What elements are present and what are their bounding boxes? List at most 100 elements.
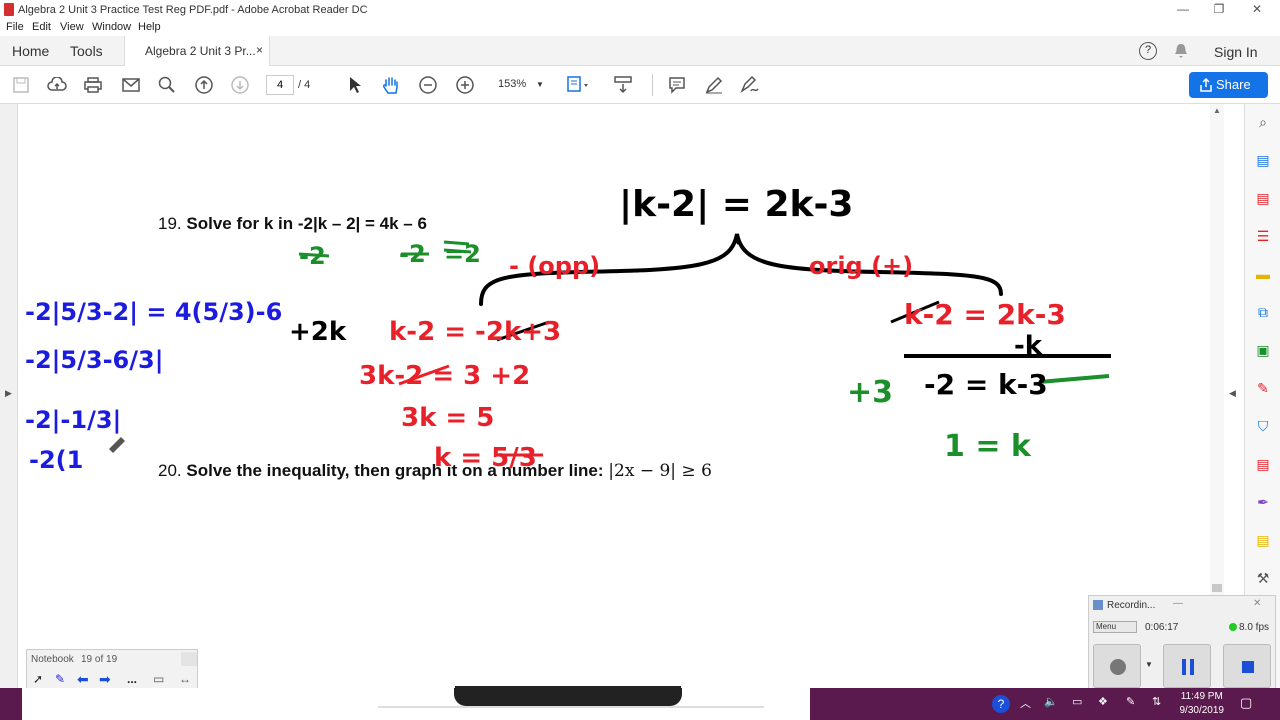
tray-chevron-icon[interactable]: ︿ xyxy=(1020,695,1031,711)
recorder-menu-label: Menu xyxy=(1096,622,1117,631)
ink-left-line1: k-2 = -2k+3 xyxy=(389,317,561,347)
recorder-stop-button[interactable] xyxy=(1223,644,1271,688)
email-icon[interactable] xyxy=(120,74,142,96)
comment-icon[interactable] xyxy=(666,74,688,96)
tab-document[interactable]: Algebra 2 Unit 3 Pr... × xyxy=(124,36,270,66)
send-for-signature-icon[interactable]: ▤ xyxy=(1253,532,1273,552)
sign-icon[interactable] xyxy=(739,74,761,96)
create-pdf-icon[interactable]: ▤ xyxy=(1253,190,1273,210)
notebook-prev-icon[interactable]: ⬅ xyxy=(77,671,89,688)
collapse-right-panel-icon[interactable]: ◀ xyxy=(1229,388,1236,399)
minimize-icon[interactable]: — xyxy=(1168,2,1198,16)
ink-blue-line1: -2|5/3-2| = 4(5/3)-6 xyxy=(25,298,282,326)
maximize-icon[interactable]: ❐ xyxy=(1204,2,1234,16)
notifications-icon[interactable]: ▢ xyxy=(1240,695,1252,711)
ink-blue-line4: -2(1 xyxy=(29,446,83,474)
notebook-select-icon[interactable]: ➚ xyxy=(33,672,43,686)
recorder-elapsed-time: 0:06:17 xyxy=(1145,622,1179,633)
recorder-record-button[interactable] xyxy=(1093,644,1141,688)
tab-document-label: Algebra 2 Unit 3 Pr... xyxy=(145,44,256,58)
tab-tools[interactable]: Tools xyxy=(70,43,103,59)
screen-tray-icon[interactable]: ▭ xyxy=(1072,695,1082,708)
menu-file[interactable]: File xyxy=(6,21,24,33)
redact-icon[interactable]: ✎ xyxy=(1253,380,1273,400)
recorder-options-chevron[interactable]: ▼ xyxy=(1145,660,1153,669)
ink-left-line3: 3k = 5 xyxy=(401,403,494,433)
menu-edit[interactable]: Edit xyxy=(32,21,51,33)
notebook-pen-icon[interactable]: ✎ xyxy=(55,672,65,686)
select-cursor-icon[interactable] xyxy=(344,74,366,96)
page-total: / 4 xyxy=(298,79,311,91)
recorder-fps: 8.0 fps xyxy=(1239,622,1270,633)
hand-tool-icon[interactable] xyxy=(380,74,402,96)
scroll-mode-icon[interactable] xyxy=(612,74,634,96)
recorder-close-icon[interactable]: ✕ xyxy=(1253,598,1261,609)
help-icon[interactable]: ? xyxy=(1139,42,1157,60)
fill-sign-icon[interactable]: ✒ xyxy=(1253,494,1273,514)
stop-icon xyxy=(1242,661,1254,673)
zoom-out-icon[interactable] xyxy=(417,74,439,96)
ink-minus2-a: -2 xyxy=(299,242,326,270)
volume-icon[interactable]: 🔈 xyxy=(1044,695,1058,708)
save-icon[interactable] xyxy=(10,74,32,96)
comment-panel-icon[interactable]: ▬ xyxy=(1253,266,1273,286)
pause-icon xyxy=(1182,659,1194,675)
ink-minus-k: -k xyxy=(1014,331,1043,361)
search-icon[interactable] xyxy=(156,74,178,96)
page-number-input[interactable]: 4 xyxy=(266,75,294,95)
search-panel-icon[interactable]: ⌕ xyxy=(1253,114,1273,134)
floating-page-toolbar-body[interactable] xyxy=(454,688,682,706)
scrollbar-thumb[interactable] xyxy=(1212,584,1222,592)
notebook-mini-toolbar: Notebook 19 of 19 ➚ ✎ ⬅ ➡ ... ▭ ↔ xyxy=(26,649,198,689)
tab-close-icon[interactable]: × xyxy=(256,43,263,57)
notification-bell-icon[interactable] xyxy=(1173,43,1189,59)
tab-bar: Home Tools Algebra 2 Unit 3 Pr... × ? Si… xyxy=(0,36,1280,66)
recorder-pause-button[interactable] xyxy=(1163,644,1211,688)
ink-right-line2: -2 = k-3 xyxy=(924,368,1048,401)
upload-cloud-icon[interactable] xyxy=(46,74,68,96)
pen-tray-icon[interactable]: ✎ xyxy=(1126,695,1135,708)
network-icon[interactable]: ⇅ xyxy=(1152,695,1161,708)
menu-window[interactable]: Window xyxy=(92,21,131,33)
notebook-next-icon[interactable]: ➡ xyxy=(99,671,111,688)
share-icon xyxy=(1200,78,1212,92)
dropbox-icon[interactable]: ❖ xyxy=(1098,695,1108,708)
protect-icon[interactable]: ⛉ xyxy=(1253,418,1273,438)
notebook-more-button[interactable]: ... xyxy=(127,672,137,686)
taskbar-left-region xyxy=(22,688,810,720)
recorder-minimize-icon[interactable]: — xyxy=(1173,598,1183,609)
organize-pages-icon[interactable]: ▣ xyxy=(1253,342,1273,362)
export-pdf-icon[interactable]: ▤ xyxy=(1253,152,1273,172)
previous-page-icon[interactable] xyxy=(193,74,215,96)
expand-left-panel-icon[interactable]: ▶ xyxy=(5,388,12,399)
tab-home[interactable]: Home xyxy=(12,43,49,59)
notebook-resize-icon[interactable]: ↔ xyxy=(179,672,191,686)
pen-cursor-icon xyxy=(109,437,125,453)
menu-help[interactable]: Help xyxy=(138,21,161,33)
zoom-in-icon[interactable] xyxy=(454,74,476,96)
more-tools-icon[interactable]: ⚒ xyxy=(1253,570,1273,590)
optimize-pdf-icon[interactable]: ▤ xyxy=(1253,456,1273,476)
combine-files-icon[interactable]: ⧉ xyxy=(1253,304,1273,324)
help-tray-icon[interactable]: ? xyxy=(992,695,1010,713)
sign-in-link[interactable]: Sign In xyxy=(1214,44,1258,60)
zoom-level-select[interactable]: 153% ▼ xyxy=(490,75,550,95)
edit-pdf-icon[interactable]: ☰ xyxy=(1253,228,1273,248)
menu-bar: File Edit View Window Help xyxy=(0,20,1280,36)
notebook-screen-icon[interactable]: ▭ xyxy=(153,672,164,686)
ink-pos-label: orig (+) xyxy=(809,252,913,280)
next-page-icon[interactable] xyxy=(229,74,251,96)
ink-blue-line2: -2|5/3-6/3| xyxy=(25,346,163,374)
close-window-icon[interactable]: ✕ xyxy=(1242,2,1272,16)
recorder-menu-dropdown[interactable]: Menu xyxy=(1093,621,1137,633)
scroll-up-icon[interactable]: ▲ xyxy=(1213,106,1221,115)
fit-page-icon[interactable] xyxy=(566,74,588,96)
menu-view[interactable]: View xyxy=(60,21,84,33)
highlight-pen-icon[interactable] xyxy=(703,74,725,96)
taskbar-app-strip xyxy=(378,706,764,708)
print-icon[interactable] xyxy=(82,74,104,96)
share-button[interactable]: Share xyxy=(1189,72,1268,98)
notebook-close-area[interactable] xyxy=(181,652,197,666)
taskbar-clock[interactable]: 11:49 PM 9/30/2019 xyxy=(1180,690,1225,718)
ink-right-line1: k-2 = 2k-3 xyxy=(904,298,1066,331)
